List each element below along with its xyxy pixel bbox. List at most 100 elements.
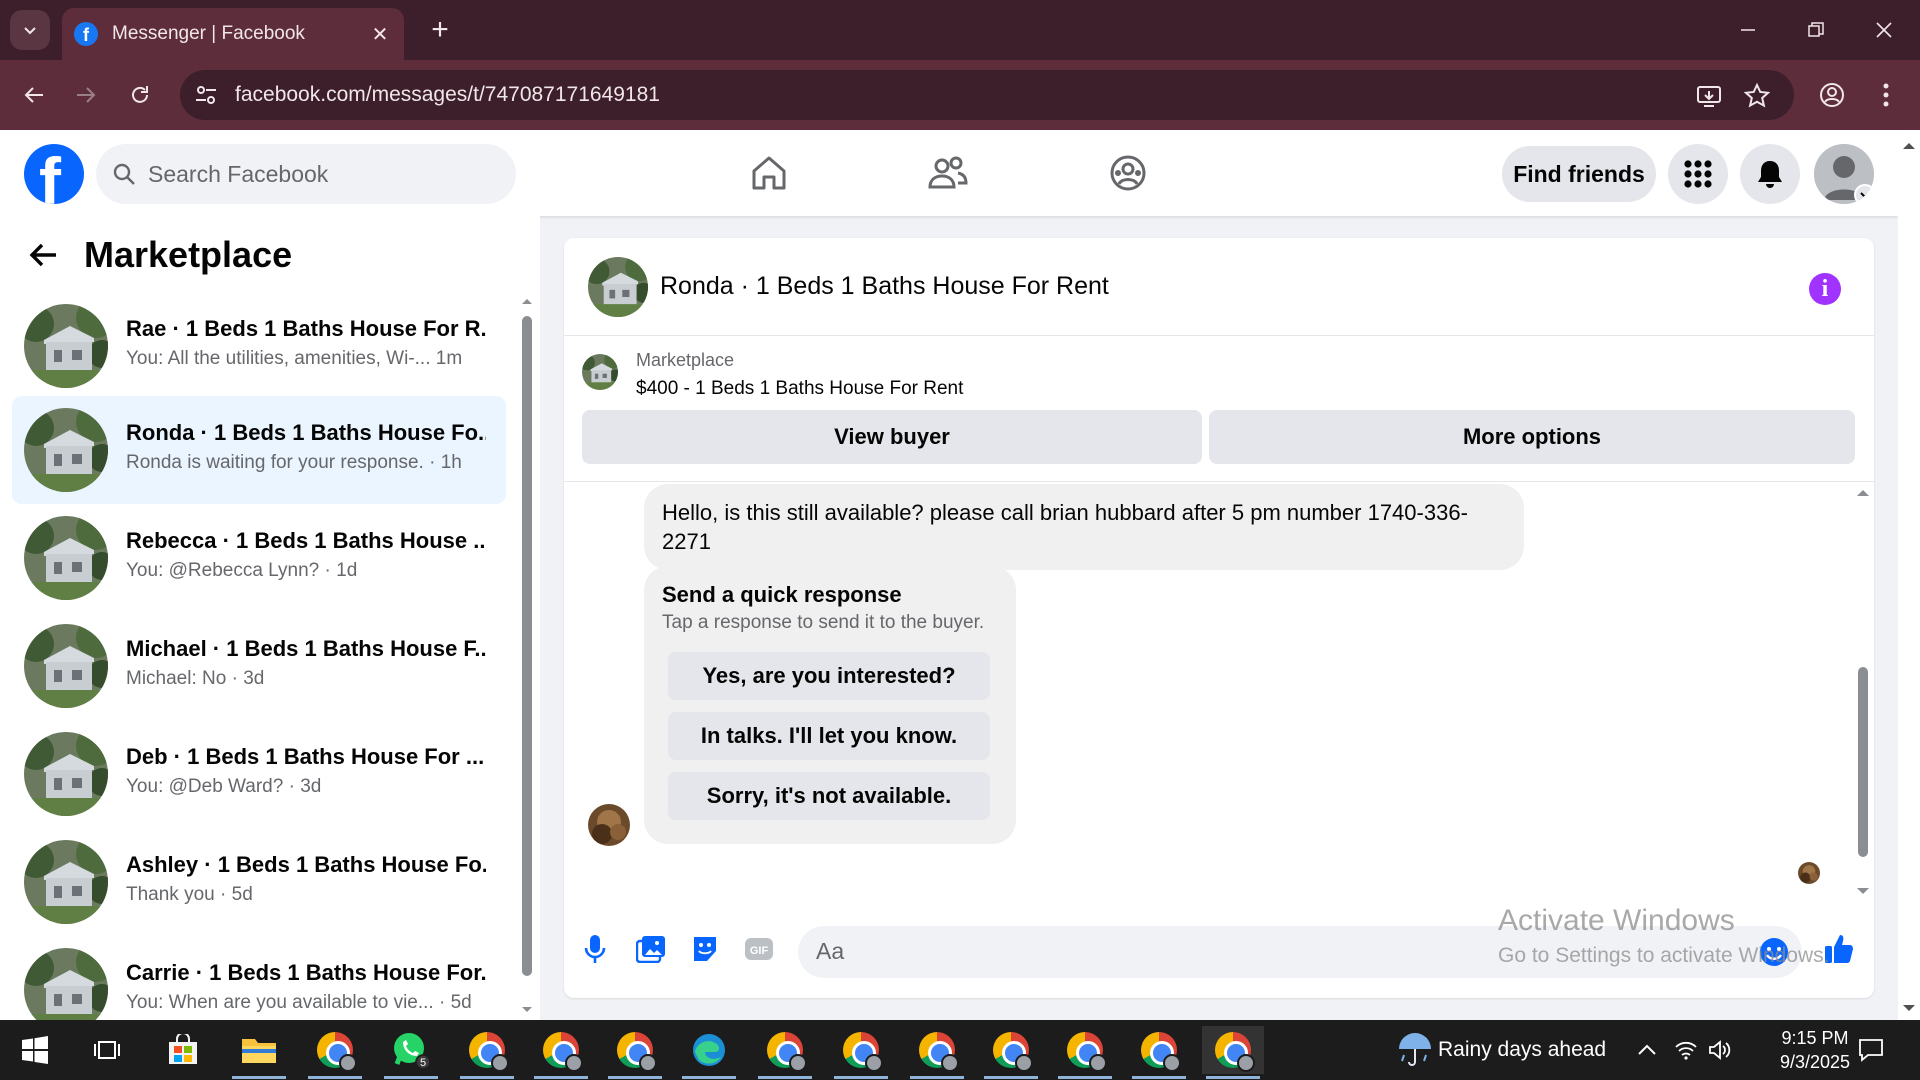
microphone-icon: [584, 935, 606, 963]
sidebar-scroll-thumb[interactable]: [522, 316, 532, 976]
watermark-subtitle: Go to Settings to activate Windows.: [1498, 944, 1828, 967]
chrome-icon: [469, 1032, 509, 1072]
conversation-item[interactable]: Ashley · 1 Beds 1 Baths House Fo... Than…: [12, 828, 506, 936]
forward-button[interactable]: [64, 73, 108, 117]
quick-response-option[interactable]: Yes, are you interested?: [668, 652, 990, 700]
gif-button[interactable]: GIF: [742, 932, 776, 966]
umbrella-rain-icon: [1399, 1033, 1431, 1066]
chrome-app[interactable]: [754, 1026, 816, 1079]
friends-nav[interactable]: [920, 148, 976, 198]
restore-button[interactable]: [1782, 0, 1850, 60]
scroll-down-icon: [522, 1007, 532, 1012]
edge-app[interactable]: [678, 1026, 740, 1079]
minimize-button[interactable]: [1714, 0, 1782, 60]
wifi-icon[interactable]: [1674, 1039, 1698, 1061]
scroll-up-icon: [522, 299, 532, 304]
tab-search-button[interactable]: [10, 10, 50, 50]
chat-scroll-thumb[interactable]: [1858, 667, 1868, 857]
reload-button[interactable]: [118, 73, 162, 117]
bookmark-star-icon[interactable]: [1744, 83, 1770, 109]
task-view-button[interactable]: [76, 1026, 138, 1074]
address-bar[interactable]: facebook.com/messages/t/747087171649181: [180, 70, 1794, 120]
chrome-app[interactable]: [980, 1026, 1042, 1079]
search-input[interactable]: [148, 160, 478, 188]
chrome-icon: [767, 1032, 807, 1072]
chrome-icon: [317, 1032, 357, 1072]
browser-menu-button[interactable]: [1864, 73, 1908, 117]
conversation-item[interactable]: Michael · 1 Beds 1 Baths House F... Mich…: [12, 612, 506, 720]
facebook-favicon-icon: f: [74, 22, 98, 46]
chrome-icon: [919, 1032, 959, 1072]
sidebar-header: Marketplace: [28, 234, 292, 276]
site-info-icon[interactable]: [194, 83, 218, 107]
voice-clip-button[interactable]: [578, 932, 612, 966]
quick-response-option[interactable]: In talks. I'll let you know.: [668, 712, 990, 760]
back-button[interactable]: [12, 73, 56, 117]
conversation-item-active[interactable]: Ronda · 1 Beds 1 Baths House Fo... Ronda…: [12, 396, 506, 504]
start-button[interactable]: [4, 1026, 66, 1074]
notifications-button[interactable]: [1740, 144, 1800, 204]
browser-tab[interactable]: f Messenger | Facebook ✕: [62, 8, 404, 60]
chrome-icon: [1141, 1032, 1181, 1072]
chat-listing-thumbnail[interactable]: [588, 257, 648, 317]
quick-response-option[interactable]: Sorry, it's not available.: [668, 772, 990, 820]
install-app-icon[interactable]: [1696, 83, 1722, 109]
view-buyer-button[interactable]: View buyer: [582, 410, 1202, 464]
listing-price[interactable]: $400 - 1 Beds 1 Baths House For Rent: [636, 378, 963, 400]
facebook-logo[interactable]: f: [24, 144, 84, 204]
bell-icon: [1758, 161, 1782, 188]
menu-button[interactable]: [1668, 144, 1728, 204]
groups-nav[interactable]: [1100, 148, 1156, 198]
find-friends-button[interactable]: Find friends: [1502, 146, 1656, 202]
facebook-search-box[interactable]: [96, 144, 516, 204]
attach-photo-button[interactable]: [634, 932, 668, 966]
close-window-button[interactable]: [1850, 0, 1918, 60]
back-arrow-icon[interactable]: [28, 242, 58, 268]
chrome-app[interactable]: [304, 1026, 366, 1079]
conversation-item[interactable]: Rae · 1 Beds 1 Baths House For R... You:…: [12, 292, 506, 400]
page-scrollbar[interactable]: [1898, 130, 1920, 1020]
conversation-name: Ronda · 1 Beds 1 Baths House Fo...: [126, 420, 486, 445]
chrome-app-active[interactable]: [1202, 1026, 1264, 1079]
weather-text[interactable]: Rainy days ahead: [1438, 1038, 1606, 1062]
chat-scrollbar[interactable]: [1854, 482, 1872, 908]
more-options-button[interactable]: More options: [1209, 410, 1855, 464]
windows-taskbar: 5 Rainy days ahead 9:15 PM 9/3/2025: [0, 1020, 1920, 1080]
tray-chevron-up-icon[interactable]: [1636, 1039, 1658, 1061]
file-explorer-app[interactable]: [228, 1026, 290, 1079]
conversation-item[interactable]: Deb · 1 Beds 1 Baths House For ... You: …: [12, 720, 506, 828]
conversation-preview: Thank you · 5d: [126, 884, 253, 905]
listing-thumbnail: [24, 732, 108, 816]
sidebar-title: Marketplace: [84, 234, 293, 275]
profile-button[interactable]: [1810, 73, 1854, 117]
sender-avatar[interactable]: [588, 804, 630, 846]
conversation-item[interactable]: Rebecca · 1 Beds 1 Baths House ... You: …: [12, 504, 506, 612]
chrome-app[interactable]: [1054, 1026, 1116, 1079]
account-avatar[interactable]: [1814, 144, 1874, 204]
system-clock[interactable]: 9:15 PM 9/3/2025: [1760, 1026, 1870, 1074]
account-chevron[interactable]: [1854, 184, 1874, 204]
notification-center-icon[interactable]: [1858, 1037, 1884, 1063]
chrome-app[interactable]: [906, 1026, 968, 1079]
chrome-app[interactable]: [456, 1026, 518, 1079]
volume-icon[interactable]: [1708, 1039, 1732, 1061]
chrome-app[interactable]: [530, 1026, 592, 1079]
info-icon[interactable]: i: [1809, 273, 1841, 305]
browser-tab-strip: f Messenger | Facebook ✕ +: [0, 0, 1920, 60]
arrow-right-icon: [77, 87, 96, 103]
chat-title[interactable]: Ronda · 1 Beds 1 Baths House For Rent: [660, 272, 1109, 301]
facebook-f-icon: f: [39, 144, 61, 204]
scroll-down-icon: [1903, 1005, 1915, 1011]
chrome-app[interactable]: [1128, 1026, 1190, 1079]
sticker-button[interactable]: [688, 932, 722, 966]
chrome-app[interactable]: [830, 1026, 892, 1079]
sidebar-scrollbar[interactable]: [520, 290, 534, 1020]
new-tab-button[interactable]: +: [422, 12, 458, 48]
close-tab-icon[interactable]: ✕: [368, 22, 392, 47]
seen-receipt-avatar: [1798, 862, 1820, 884]
home-nav[interactable]: [741, 148, 797, 198]
weather-widget[interactable]: [1384, 1026, 1446, 1074]
chrome-app[interactable]: [604, 1026, 666, 1079]
whatsapp-app[interactable]: 5: [380, 1026, 442, 1079]
microsoft-store-app[interactable]: [152, 1026, 214, 1074]
